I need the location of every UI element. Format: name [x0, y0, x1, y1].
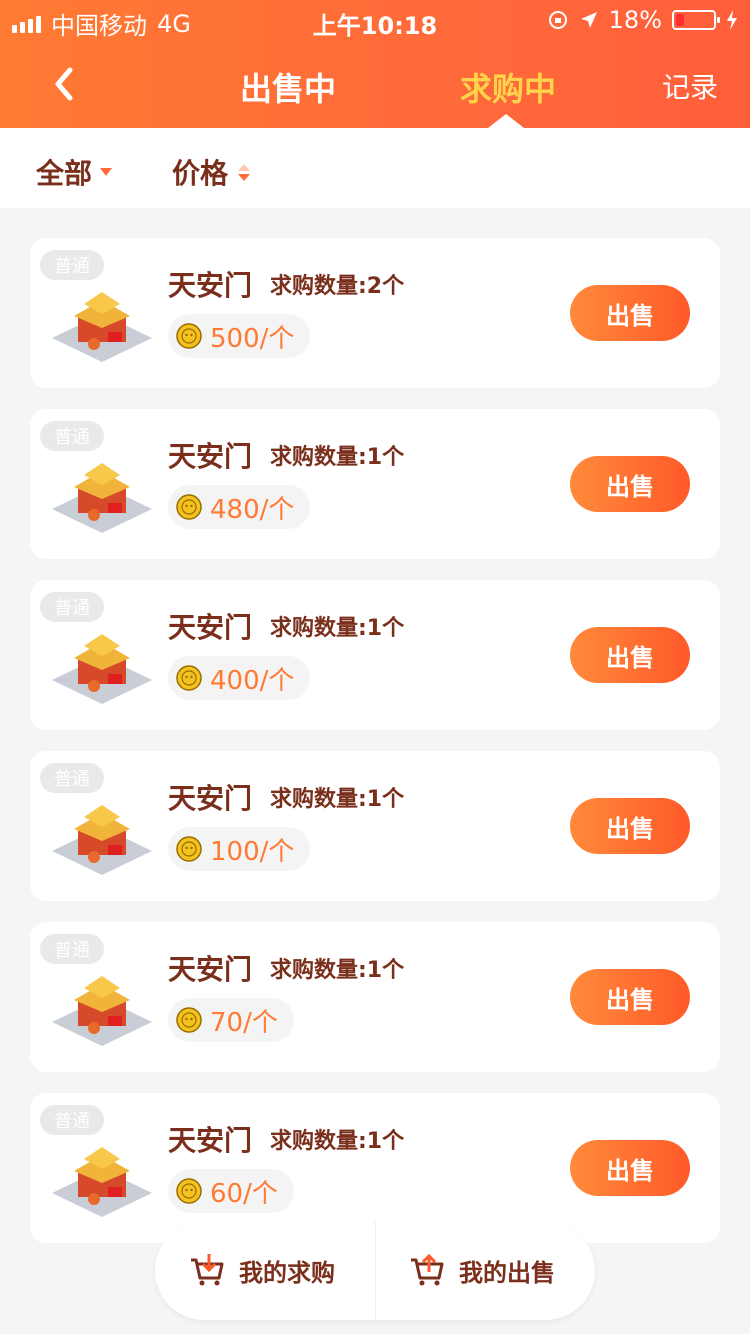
price-pill: 100/个 [168, 827, 311, 871]
order-list: 普通 天安门 求购数量:2个 500/个 出售 普通 天安门 求购数量:1个 4… [30, 238, 720, 1264]
sell-button[interactable]: 出售 [570, 1140, 690, 1196]
item-name: 天安门 [168, 1124, 253, 1157]
price-pill: 400/个 [168, 656, 311, 700]
buy-quantity: 求购数量:1个 [270, 958, 405, 983]
tier-badge: 普通 [40, 1105, 104, 1135]
coin-icon [176, 323, 202, 349]
sell-button[interactable]: 出售 [570, 969, 690, 1025]
item-name: 天安门 [168, 611, 253, 644]
status-bar: 中国移动 4G 上午10:18 18% [0, 0, 750, 40]
price-pill: 480/个 [168, 485, 311, 529]
buy-quantity: 求购数量:1个 [270, 616, 405, 641]
unit-price: 400/个 [210, 665, 295, 696]
item-name: 天安门 [168, 269, 253, 302]
dropdown-caret-icon [100, 168, 113, 176]
list-item: 普通 天安门 求购数量:1个 60/个 出售 [30, 1093, 720, 1243]
tiananmen-thumbnail [52, 292, 152, 362]
sell-button[interactable]: 出售 [570, 798, 690, 854]
tab-buying[interactable]: 求购中 [460, 64, 556, 110]
filter-price-label: 价格 [172, 157, 229, 190]
list-item: 普通 天安门 求购数量:2个 500/个 出售 [30, 238, 720, 388]
price-pill: 70/个 [168, 998, 294, 1042]
item-name: 天安门 [168, 440, 253, 473]
cart-download-icon [191, 1254, 224, 1286]
tier-badge: 普通 [40, 934, 104, 964]
nav-bar: 出售中 求购中 记录 [0, 40, 750, 128]
filter-all-label: 全部 [36, 157, 93, 190]
my-sell-button[interactable]: 我的出售 [409, 1252, 555, 1288]
unit-price: 70/个 [210, 1007, 278, 1038]
tier-badge: 普通 [40, 592, 104, 622]
filter-price[interactable]: 价格 [172, 152, 251, 192]
unit-price: 100/个 [210, 836, 295, 867]
price-pill: 500/个 [168, 314, 311, 358]
unit-price: 500/个 [210, 323, 295, 354]
buy-quantity: 求购数量:1个 [270, 445, 405, 470]
sort-arrows-icon [238, 163, 251, 181]
buy-quantity: 求购数量:2个 [270, 274, 405, 299]
my-buy-button[interactable]: 我的求购 [189, 1252, 335, 1288]
tiananmen-thumbnail [52, 463, 152, 533]
back-arrow-icon[interactable] [48, 64, 84, 104]
item-name: 天安门 [168, 953, 253, 986]
list-item: 普通 天安门 求购数量:1个 400/个 出售 [30, 580, 720, 730]
top-header: 中国移动 4G 上午10:18 18% 出售中 求购中 记录 [0, 0, 750, 128]
orientation-lock-icon [548, 11, 567, 29]
tier-badge: 普通 [40, 763, 104, 793]
price-pill: 60/个 [168, 1169, 294, 1213]
coin-icon [176, 1007, 202, 1033]
coin-icon [176, 494, 202, 520]
list-item: 普通 天安门 求购数量:1个 480/个 出售 [30, 409, 720, 559]
tab-selling[interactable]: 出售中 [240, 64, 336, 110]
tiananmen-thumbnail [52, 976, 152, 1046]
buy-quantity: 求购数量:1个 [270, 787, 405, 812]
sell-button[interactable]: 出售 [570, 285, 690, 341]
unit-price: 60/个 [210, 1178, 278, 1209]
my-sell-label: 我的出售 [459, 1258, 555, 1287]
bottom-divider [375, 1222, 376, 1320]
coin-icon [176, 1178, 202, 1204]
buy-quantity: 求购数量:1个 [270, 1129, 405, 1154]
battery-percent: 18% [608, 6, 662, 34]
my-buy-label: 我的求购 [239, 1258, 335, 1287]
battery-icon [672, 10, 720, 30]
list-item: 普通 天安门 求购数量:1个 70/个 出售 [30, 922, 720, 1072]
unit-price: 480/个 [210, 494, 295, 525]
tiananmen-thumbnail [52, 634, 152, 704]
active-tab-indicator [488, 114, 524, 128]
item-name: 天安门 [168, 782, 253, 815]
cart-upload-icon [411, 1253, 444, 1286]
list-item: 普通 天安门 求购数量:1个 100/个 出售 [30, 751, 720, 901]
sell-button[interactable]: 出售 [570, 627, 690, 683]
status-right: 18% [547, 6, 738, 34]
coin-icon [176, 836, 202, 862]
location-arrow-icon [580, 12, 597, 28]
filter-all[interactable]: 全部 [36, 152, 113, 192]
record-link[interactable]: 记录 [662, 66, 718, 106]
charging-icon [727, 10, 737, 30]
tiananmen-thumbnail [52, 805, 152, 875]
filter-bar: 全部 价格 [0, 128, 750, 208]
tier-badge: 普通 [40, 421, 104, 451]
coin-icon [176, 665, 202, 691]
sell-button[interactable]: 出售 [570, 456, 690, 512]
tier-badge: 普通 [40, 250, 104, 280]
bottom-action-bar: 我的求购 我的出售 [155, 1222, 595, 1320]
tiananmen-thumbnail [52, 1147, 152, 1217]
